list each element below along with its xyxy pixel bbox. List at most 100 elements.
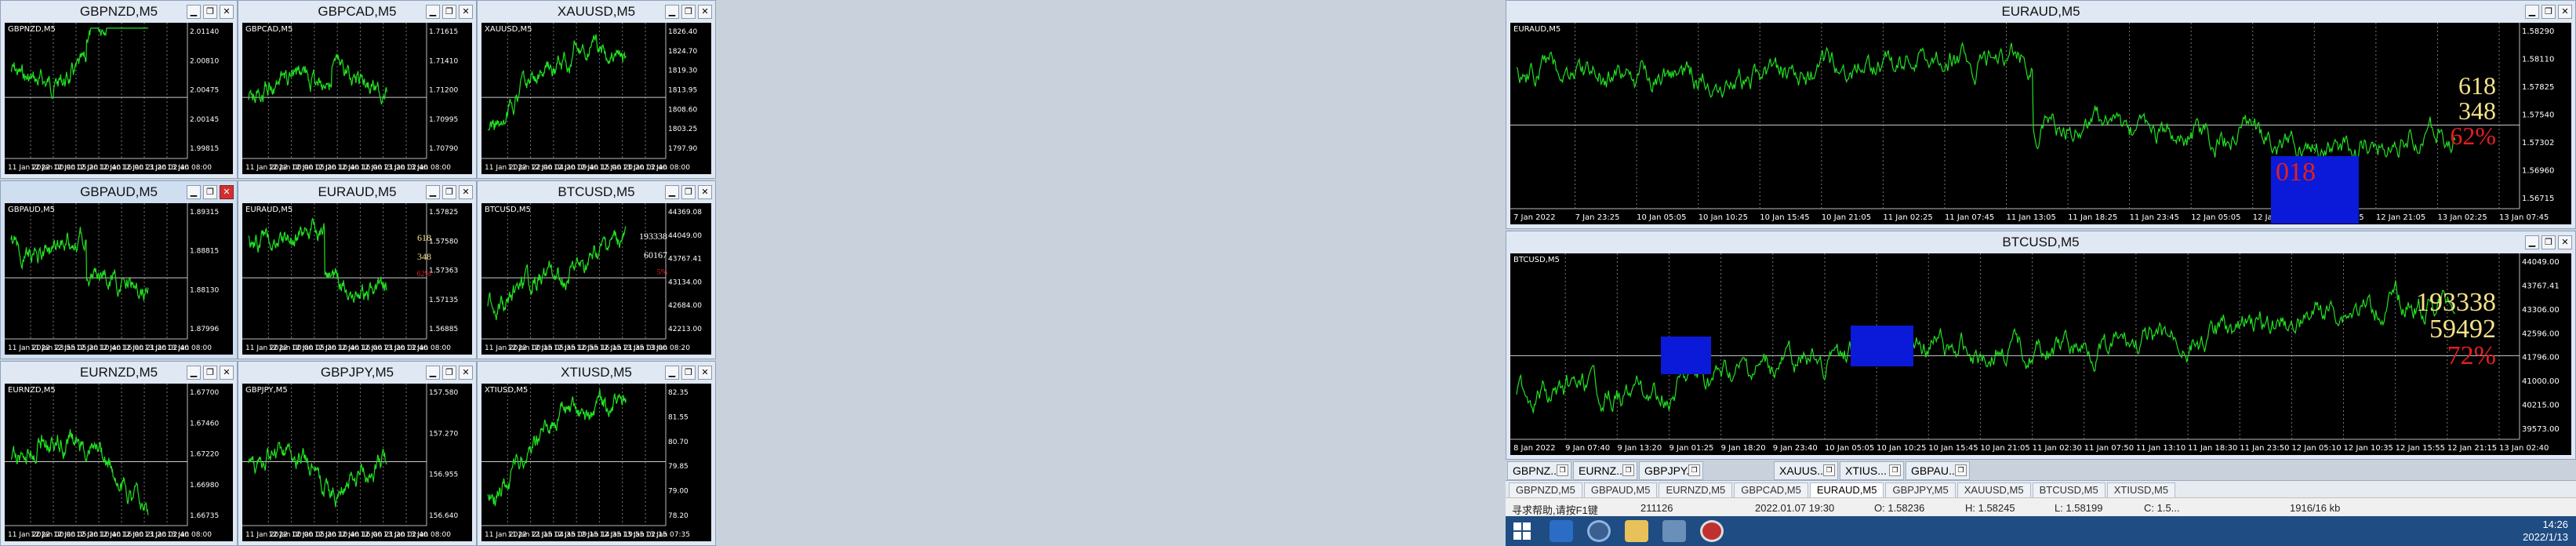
chart-window-eurnzd[interactable]: EURNZD,M5 ▁ ❐ ✕ 11 Jan 2022 12 Jan 00:00 12 … — [0, 361, 238, 546]
close-button[interactable]: ✕ — [698, 5, 712, 19]
tab-btcusd[interactable]: BTCUSD,M5 — [2032, 482, 2105, 497]
restore-button[interactable]: ❐ — [1557, 464, 1568, 476]
maximize-button[interactable]: ❐ — [442, 366, 456, 380]
minimized-window-2[interactable]: EURNZ... ❐ — [1573, 461, 1637, 480]
restore-button[interactable]: ❐ — [1622, 464, 1634, 476]
chart-window-gbpnzd[interactable]: GBPNZD,M5 ▁ ❐ ✕ 11 Jan 2022 12 Jan 00:00 12 … — [0, 0, 238, 179]
minimized-window-3[interactable]: GBPJPY... ❐ — [1639, 461, 1703, 480]
price-chart[interactable]: 11 Jan 2022 12 Jan 00:00 12 Jan 05:20 12 Ja… — [5, 384, 233, 541]
title-bar[interactable]: XAUUSD,M5 ▁ ❐ ✕ — [478, 1, 715, 23]
tab-gbpcad[interactable]: GBPCAD,M5 — [1734, 482, 1808, 497]
tab-gbpaud[interactable]: GBPAUD,M5 — [1583, 482, 1658, 497]
terminal-app-icon[interactable] — [1587, 520, 1611, 542]
minimized-window-6[interactable]: GBPAU... ❐ — [1906, 461, 1970, 480]
minimize-button[interactable]: ▁ — [426, 185, 440, 199]
system-clock[interactable]: 14:26 2022/1/13 — [2523, 519, 2568, 544]
chart-window-gbpaud[interactable]: GBPAUD,M5 ▁ ❐ ✕ 11 Jan 2022 11 Jan 23:55 12 … — [0, 180, 238, 359]
close-button[interactable]: ✕ — [2558, 5, 2572, 19]
minimize-button[interactable]: ▁ — [187, 5, 201, 19]
close-button[interactable]: ✕ — [459, 185, 473, 199]
price-chart[interactable]: 11 Jan 2022 12 Jan 00:15 12 Jan 05:35 12 Ja… — [481, 203, 711, 355]
tab-gbpjpy[interactable]: GBPJPY,M5 — [1885, 482, 1956, 497]
maximize-button[interactable]: ❐ — [681, 366, 696, 380]
title-bar[interactable]: BTCUSD,M5 ▁ ❐ ✕ — [1506, 231, 2575, 253]
minimize-button[interactable]: ▁ — [2525, 5, 2539, 19]
restore-button[interactable]: ❐ — [1823, 464, 1835, 476]
chart-window-btcusd-large[interactable]: BTCUSD,M5 ▁ ❐ ✕ 8 Jan 2022 9 Jan 07:40 9 Jan… — [1506, 231, 2576, 460]
control-panel-icon[interactable] — [1662, 520, 1686, 542]
tab-euraud[interactable]: EURAUD,M5 — [1809, 482, 1884, 497]
minimize-button[interactable]: ▁ — [665, 366, 679, 380]
title-bar[interactable]: GBPAUD,M5 ▁ ❐ ✕ — [1, 181, 237, 203]
tab-xauusd[interactable]: XAUUSD,M5 — [1957, 482, 2031, 497]
start-button[interactable] — [1513, 522, 1531, 540]
maximize-button[interactable]: ❐ — [681, 185, 696, 199]
close-button[interactable]: ✕ — [459, 366, 473, 380]
price-tick-label: 82.35 — [668, 389, 689, 397]
chart-window-xauusd[interactable]: XAUUSD,M5 ▁ ❐ ✕ 11 Jan 2022 11 Jan 22:00 12 … — [477, 0, 716, 179]
title-bar[interactable]: XTIUSD,M5 ▁ ❐ ✕ — [478, 362, 715, 384]
powershell-icon[interactable] — [1550, 520, 1573, 542]
price-chart[interactable]: 11 Jan 2022 12 Jan 00:00 12 Jan 05:20 12 Ja… — [5, 23, 233, 174]
price-chart[interactable]: 11 Jan 2022 11 Jan 21:15 12 Jan 04:35 12 Ja… — [481, 384, 711, 541]
maximize-button[interactable]: ❐ — [203, 366, 217, 380]
maximize-button[interactable]: ❐ — [442, 5, 456, 19]
close-button[interactable]: ✕ — [220, 5, 234, 19]
price-chart[interactable]: 8 Jan 2022 9 Jan 07:40 9 Jan 13:20 9 Jan 01… — [1510, 253, 2571, 455]
price-chart[interactable]: 11 Jan 2022 11 Jan 22:00 12 Jan 04:20 12 Ja… — [481, 23, 711, 174]
chart-window-gbpcad[interactable]: GBPCAD,M5 ▁ ❐ ✕ 11 Jan 2022 12 Jan 00:00 12 … — [238, 0, 477, 179]
tab-gbpnzd[interactable]: GBPNZD,M5 — [1509, 482, 1582, 497]
close-button[interactable]: ✕ — [459, 5, 473, 19]
chart-window-btcusd[interactable]: BTCUSD,M5 ▁ ❐ ✕ 11 Jan 2022 12 Jan 00:15 12 … — [477, 180, 716, 359]
maximize-button[interactable]: ❐ — [203, 5, 217, 19]
maximize-button[interactable]: ❐ — [442, 185, 456, 199]
price-chart[interactable]: 11 Jan 2022 12 Jan 00:00 12 Jan 05:20 12 Ja… — [242, 23, 472, 174]
minimize-button[interactable]: ▁ — [187, 185, 201, 199]
close-button[interactable]: ✕ — [220, 185, 234, 199]
minimize-button[interactable]: ▁ — [665, 5, 679, 19]
close-button[interactable]: ✕ — [220, 366, 234, 380]
title-bar[interactable]: EURAUD,M5 ▁ ❐ ✕ — [1506, 1, 2575, 23]
close-button[interactable]: ✕ — [698, 366, 712, 380]
maximize-button[interactable]: ❐ — [681, 5, 696, 19]
minimize-button[interactable]: ▁ — [187, 366, 201, 380]
title-bar[interactable]: EURAUD,M5 ▁ ❐ ✕ — [238, 181, 476, 203]
symbol-label: XAUUSD,M5 — [485, 25, 532, 34]
chart-window-gbpjpy[interactable]: GBPJPY,M5 ▁ ❐ ✕ 11 Jan 2022 12 Jan 00:00 12 … — [238, 361, 477, 546]
price-chart[interactable]: 11 Jan 2022 12 Jan 00:00 12 Jan 05:20 12 Ja… — [242, 384, 472, 541]
metatrader-icon[interactable] — [1700, 520, 1724, 542]
file-explorer-icon[interactable] — [1625, 520, 1648, 542]
restore-button[interactable]: ❐ — [1688, 464, 1700, 476]
maximize-button[interactable]: ❐ — [203, 185, 217, 199]
price-line-svg: 11 Jan 202212 Jan 00:0012 Jan 05:2012 Ja… — [5, 384, 219, 539]
title-bar[interactable]: GBPNZD,M5 ▁ ❐ ✕ — [1, 1, 237, 23]
price-chart[interactable]: 11 Jan 2022 11 Jan 23:55 12 Jan 05:20 12 Ja… — [5, 203, 233, 355]
chart-window-euraud[interactable]: EURAUD,M5 ▁ ❐ ✕ 11 Jan 2022 12 Jan 00:00 12 … — [238, 180, 477, 359]
price-tick-label: 79.85 — [668, 463, 689, 471]
restore-button[interactable]: ❐ — [1955, 464, 1967, 476]
title-bar[interactable]: BTCUSD,M5 ▁ ❐ ✕ — [478, 181, 715, 203]
restore-button[interactable]: ❐ — [1889, 464, 1901, 476]
minimize-button[interactable]: ▁ — [2525, 235, 2539, 249]
chart-window-xtiusd[interactable]: XTIUSD,M5 ▁ ❐ ✕ 11 Jan 2022 11 Jan 21:15 12 … — [477, 361, 716, 546]
minimized-window-1[interactable]: GBPNZ... ❐ — [1507, 461, 1571, 480]
maximize-button[interactable]: ❐ — [2541, 235, 2556, 249]
title-bar[interactable]: GBPCAD,M5 ▁ ❐ ✕ — [238, 1, 476, 23]
title-bar[interactable]: EURNZD,M5 ▁ ❐ ✕ — [1, 362, 237, 384]
minimize-button[interactable]: ▁ — [665, 185, 679, 199]
tab-xtiusd[interactable]: XTIUSD,M5 — [2106, 482, 2176, 497]
chart-window-euraud-large[interactable]: EURAUD,M5 ▁ ❐ ✕ 7 Jan 2022 7 Jan 23:25 10 Ja… — [1506, 0, 2576, 229]
close-button[interactable]: ✕ — [698, 185, 712, 199]
window-title: GBPJPY,M5 — [320, 365, 394, 380]
title-bar[interactable]: GBPJPY,M5 ▁ ❐ ✕ — [238, 362, 476, 384]
close-button[interactable]: ✕ — [2558, 235, 2572, 249]
price-chart[interactable]: 11 Jan 2022 12 Jan 00:00 12 Jan 05:20 12 Ja… — [242, 203, 472, 355]
minimized-window-4[interactable]: XAUUS... ❐ — [1774, 461, 1838, 480]
minimize-button[interactable]: ▁ — [426, 5, 440, 19]
maximize-button[interactable]: ❐ — [2541, 5, 2556, 19]
price-chart[interactable]: 7 Jan 2022 7 Jan 23:25 10 Jan 05:05 10 Jan … — [1510, 23, 2571, 224]
minimized-window-5[interactable]: XTIUS... ❐ — [1840, 461, 1904, 480]
tab-eurnzd[interactable]: EURNZD,M5 — [1659, 482, 1733, 497]
minimize-button[interactable]: ▁ — [426, 366, 440, 380]
price-line-svg: 11 Jan 202212 Jan 00:0012 Jan 05:2012 Ja… — [242, 23, 458, 172]
